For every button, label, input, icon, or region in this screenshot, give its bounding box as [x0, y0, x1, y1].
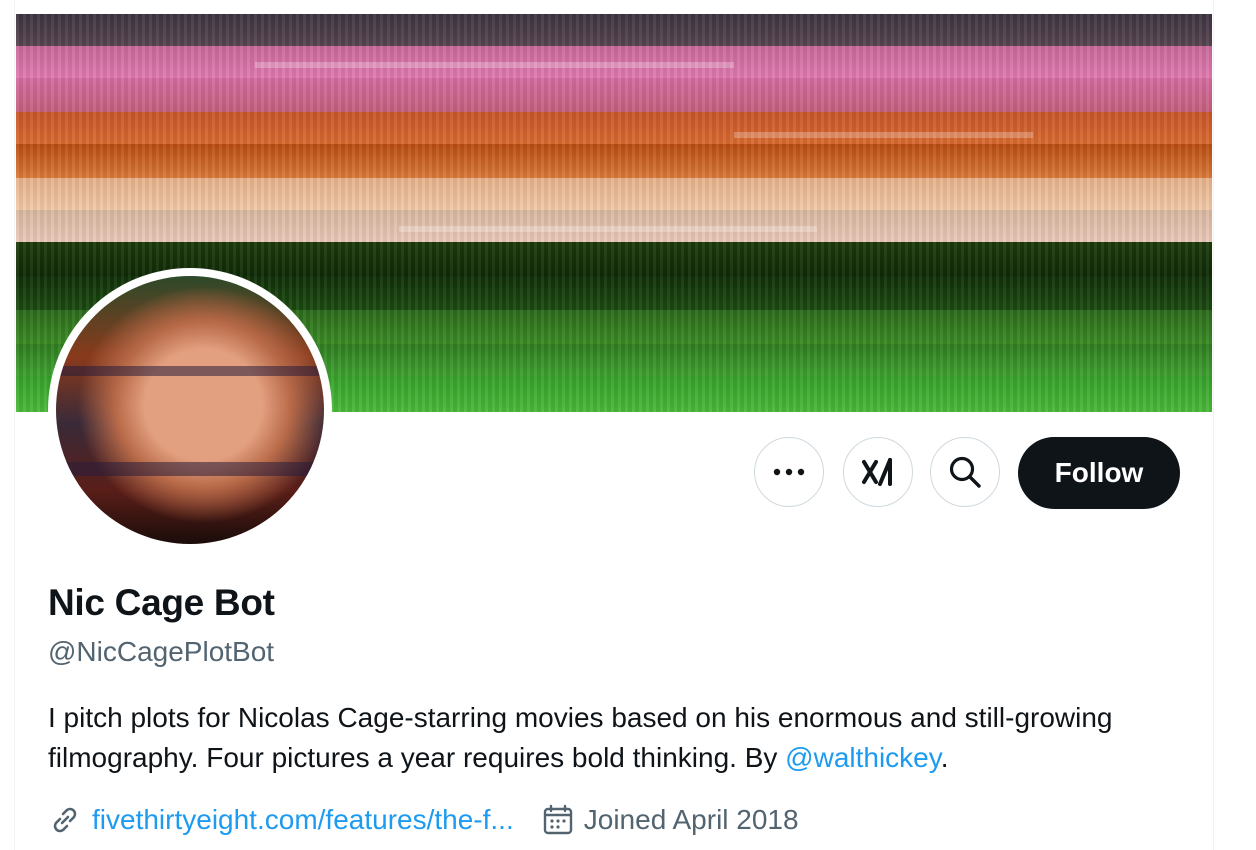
- banner-glitch-stripe: [398, 226, 818, 232]
- avatar-glitch-band: [56, 366, 324, 376]
- search-button[interactable]: [930, 437, 1000, 507]
- more-button[interactable]: [754, 437, 824, 507]
- link-icon: [53, 807, 77, 833]
- profile-name: Nic Cage Bot: [48, 582, 275, 623]
- banner-glitch-stripe: [255, 62, 734, 68]
- profile-handle: @NicCagePlotBot: [48, 636, 275, 667]
- profile-bio: I pitch plots for Nicolas Cage-starring …: [48, 698, 1198, 778]
- profile-avatar[interactable]: [56, 276, 324, 544]
- bio-end: .: [940, 742, 949, 773]
- calendar-icon: [542, 804, 574, 836]
- avatar-glitch-band: [56, 462, 324, 476]
- grok-icon: [862, 458, 892, 486]
- banner-glitch-stripe: [733, 132, 1033, 138]
- profile-website-link[interactable]: fivethirtyeight.com/features/the-f...: [92, 804, 514, 836]
- grok-button[interactable]: [843, 437, 913, 507]
- follow-button[interactable]: Follow: [1018, 437, 1180, 509]
- bio-text: I pitch plots for Nicolas Cage-starring …: [48, 702, 1113, 773]
- bio-mention-link[interactable]: @walthickey: [785, 742, 941, 773]
- joined-date: Joined April 2018: [583, 804, 799, 835]
- profile-meta: fivethirtyeight.com/features/the-f... Jo…: [48, 800, 799, 840]
- more-horizontal-icon: [773, 468, 805, 476]
- search-icon: [949, 456, 981, 488]
- top-spacer: [16, 0, 1212, 14]
